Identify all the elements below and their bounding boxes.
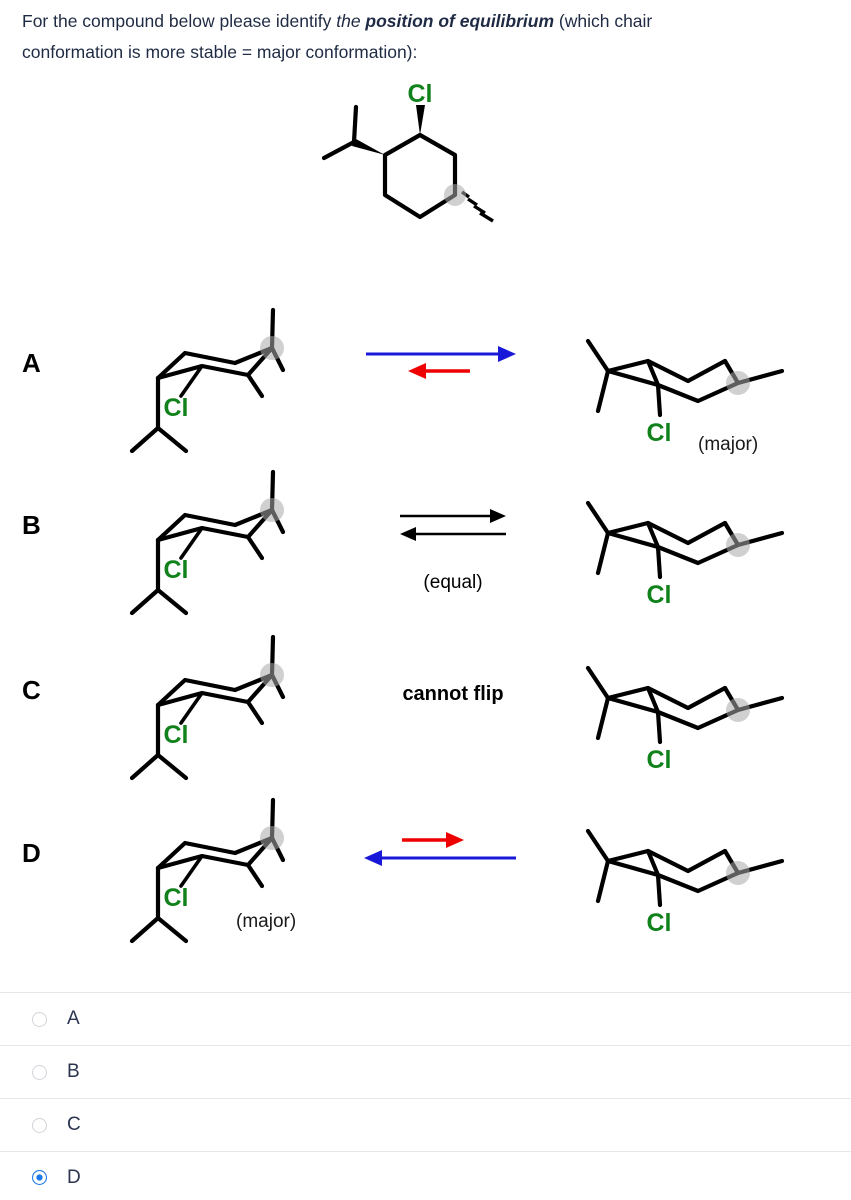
row-d-left-chair: Cl [129,797,350,958]
stereocenter-marker-icon [726,698,750,722]
equatorial-chlorine-bond [655,382,663,418]
equatorial-isopropyl-bonds [585,338,611,414]
stereocenter-marker-icon [260,336,284,360]
radio-button-a[interactable] [32,1011,47,1027]
row-c-right-chlorine-label: Cl [647,746,672,774]
radio-button-b[interactable] [32,1064,47,1080]
row-a-right-chlorine-label: Cl [647,419,672,447]
row-a-right-chair: Cl [570,323,820,453]
option-row-b[interactable]: B [0,1045,851,1098]
row-a-equilibrium-arrows [358,324,548,414]
chlorine-wedge-bond [416,105,425,135]
row-d-major-label: (major) [236,911,297,932]
chair-skeleton [605,520,741,566]
stereocenter-marker-icon [726,533,750,557]
row-label-c: C [22,675,41,705]
equatorial-chlorine-bond [655,872,663,908]
equatorial-isopropyl-bonds [585,500,611,576]
forward-arrow-long-blue [366,346,516,362]
reverse-arrow-long-blue [364,850,516,866]
row-b-equilibrium-arrows [358,486,548,576]
top-chlorine-label: Cl [408,80,433,108]
row-c-left-chlorine-label: Cl [164,721,189,749]
chair-skeleton [605,358,741,404]
forward-arrow-black [400,509,506,523]
row-a-major-label: (major) [698,434,759,455]
chair-skeleton [605,685,741,731]
isopropyl-wedge-bond [321,104,385,161]
row-d-right-chlorine-label: Cl [647,909,672,937]
row-c-cannot-flip-text: cannot flip [402,683,504,705]
stereocenter-marker-icon [260,826,284,850]
row-b-left-chair: Cl [129,469,350,630]
prompt-emphasis: position of equilibrium [365,11,555,31]
equatorial-isopropyl-bonds [585,828,611,904]
option-label-d: D [67,1166,81,1188]
row-d-left-chlorine-label: Cl [164,884,189,912]
prompt-part-4: (which chair [554,11,653,31]
top-compound-structure: Cl [300,80,560,240]
row-b-left-chlorine-label: Cl [164,556,189,584]
prompt-line-2: conformation is more stable = major conf… [22,42,418,62]
stereocenter-marker-icon [260,663,284,687]
prompt-part-1: For the compound below please identify [22,11,337,31]
row-label-b: B [22,510,41,540]
row-a-left-chair: Cl [129,307,350,468]
option-row-c[interactable]: C [0,1098,851,1151]
row-c-right-chair: Cl [570,650,820,780]
answer-row-a[interactable]: A Cl Cl (major) [0,307,851,478]
reverse-arrow-short-red [408,363,470,379]
option-label-a: A [67,1008,80,1029]
row-d-equilibrium-arrows [358,814,548,904]
cyclohexane-ring [382,132,458,220]
option-label-c: C [67,1114,81,1135]
equatorial-chlorine-bond [655,544,663,580]
row-label-d: D [22,838,41,868]
question-page: For the compound below please identify t… [0,0,851,1200]
radio-button-d[interactable] [32,1170,47,1185]
row-a-left-chlorine-label: Cl [164,394,189,422]
prompt-part-2: the [336,11,366,31]
equatorial-chlorine-bond [655,709,663,745]
answer-row-c[interactable]: C Cl cannot flip Cl [0,634,851,805]
chair-skeleton [605,848,741,894]
answer-row-b[interactable]: B Cl (equal) Cl [0,469,851,640]
row-b-right-chlorine-label: Cl [647,581,672,609]
answer-options-list: A B C D [0,992,851,1200]
row-b-equal-text: (equal) [423,572,483,593]
answer-row-d[interactable]: D Cl (major) Cl [0,797,851,968]
row-label-a: A [22,348,41,378]
row-b-right-chair: Cl [570,485,820,615]
row-c-left-chair: Cl [129,634,350,795]
question-prompt: For the compound below please identify t… [22,6,822,68]
row-d-right-chair: Cl [570,813,820,943]
reverse-arrow-black [400,527,506,541]
stereocenter-marker-icon [260,498,284,522]
option-label-b: B [67,1061,80,1082]
stereocenter-marker-icon [726,861,750,885]
methyl-hash-bond [461,190,494,223]
option-row-a[interactable]: A [0,992,851,1045]
equatorial-isopropyl-bonds [585,665,611,741]
radio-button-c[interactable] [32,1117,47,1133]
stereocenter-marker-icon [726,371,750,395]
option-row-d[interactable]: D [0,1151,851,1200]
stereocenter-marker-icon [444,184,466,206]
forward-arrow-short-red [402,832,464,848]
